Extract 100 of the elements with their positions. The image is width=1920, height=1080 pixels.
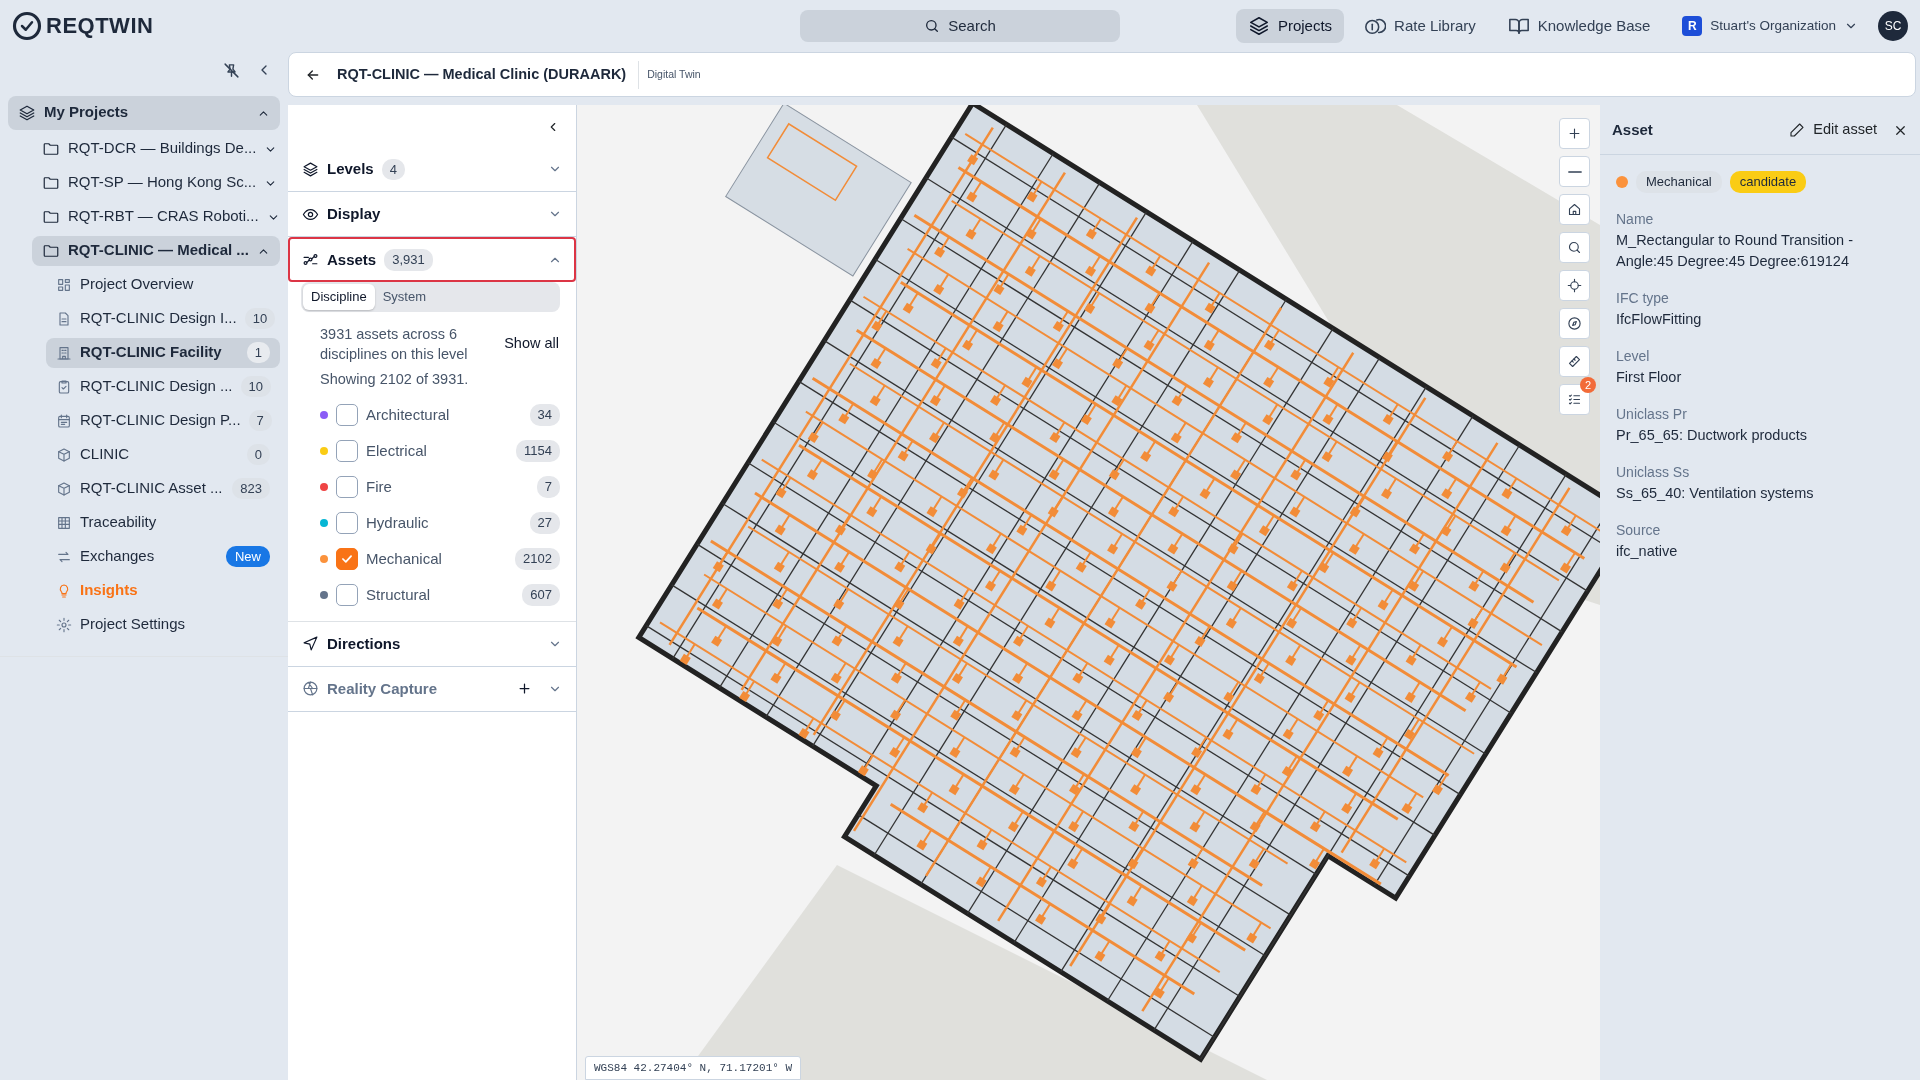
status-tag: candidate <box>1729 171 1807 193</box>
cube-icon <box>56 446 72 463</box>
discipline-label: Architectural <box>366 404 450 425</box>
discipline-dot <box>1616 176 1628 189</box>
discipline-label: Electrical <box>366 440 427 461</box>
discipline-label: Mechanical <box>366 548 442 569</box>
field-label: Name <box>1616 209 1655 229</box>
home-button[interactable] <box>1559 194 1590 226</box>
sidebar-item[interactable]: My Projects <box>8 95 280 130</box>
edit-asset-button[interactable]: Edit asset <box>1789 119 1877 141</box>
pencil-icon <box>1789 121 1806 138</box>
sidebar-item[interactable]: Exchanges New <box>46 541 280 572</box>
coordinates-label: WGS84 42.27404° N, 71.17201° W <box>585 1055 802 1080</box>
count-badge: 0 <box>246 443 270 466</box>
count-badge: 10 <box>240 375 271 398</box>
count-badge: 2102 <box>515 548 560 570</box>
page-subtitle: Digital Twin <box>638 60 701 89</box>
measure-button[interactable] <box>1559 346 1590 378</box>
count-badge: 10 <box>244 307 276 330</box>
cube-icon <box>56 480 72 497</box>
show-all-link[interactable]: Show all <box>503 331 560 356</box>
calendar-icon <box>56 412 72 429</box>
panel-section-header[interactable]: Assets 3,931 <box>288 237 576 283</box>
compass-button[interactable] <box>1559 308 1590 340</box>
search-bar[interactable]: Search <box>800 9 1120 42</box>
user-avatar[interactable]: SC <box>1878 10 1908 41</box>
field-label: Uniclass Pr <box>1616 405 1688 425</box>
plus-icon <box>1567 126 1582 142</box>
sidebar-item[interactable]: RQT-CLINIC Design I... 10 <box>46 303 280 334</box>
sidebar-item[interactable]: RQT-CLINIC Design P... 7 <box>46 405 280 436</box>
search-icon <box>1567 240 1582 256</box>
tab[interactable]: System <box>374 284 434 310</box>
checkbox[interactable] <box>336 547 358 570</box>
sidebar-item[interactable]: RQT-SP — Hong Kong Sc... <box>32 167 280 198</box>
organization-menu[interactable]: R Stuart's Organization <box>1670 9 1870 42</box>
sidebar-item[interactable]: RQT-DCR — Buildings De... <box>32 133 280 164</box>
checkbox[interactable] <box>336 403 358 426</box>
locate-button[interactable] <box>1559 270 1590 302</box>
new-badge: New <box>226 545 270 568</box>
field-label: Source <box>1616 521 1662 541</box>
discipline-label: Fire <box>366 476 392 497</box>
discipline-label: Hydraulic <box>366 512 429 533</box>
field-value: Pr_65_65: Ductwork products <box>1616 426 1808 446</box>
field-label: Level <box>1616 347 1651 366</box>
sidebar-item[interactable]: RQT-CLINIC — Medical ... <box>32 235 280 266</box>
search-icon <box>924 17 941 34</box>
panel-section-header[interactable]: Directions <box>288 621 576 667</box>
navigation-arrow-icon <box>302 635 319 653</box>
sidebar-item[interactable]: RQT-CLINIC Asset ... 823 <box>46 473 280 504</box>
nav-tab[interactable]: Knowledge Base <box>1495 8 1663 44</box>
field-value: First Floor <box>1616 368 1683 387</box>
building-icon <box>56 344 72 361</box>
house-icon <box>1567 202 1582 218</box>
layers-icon <box>18 103 36 122</box>
count-badge: 1 <box>246 341 270 364</box>
tab[interactable]: Discipline <box>303 284 375 310</box>
count-badge: 4 <box>381 158 405 181</box>
sidebar-item[interactable]: RQT-CLINIC Design ... 10 <box>46 371 280 402</box>
checkbox[interactable] <box>336 511 358 534</box>
sidebar-item[interactable]: RQT-CLINIC Facility 1 <box>46 337 280 368</box>
document-icon <box>56 310 72 327</box>
zoom-out-button[interactable] <box>1559 156 1590 188</box>
count-badge: 607 <box>522 584 560 606</box>
count-badge: 7 <box>248 409 272 432</box>
field-value: M_Rectangular to Round Transition - Angle:45 Degree:45 Degree:619124 <box>1616 230 1854 271</box>
compass-icon <box>1567 316 1582 332</box>
sidebar-item[interactable]: Project Overview <box>46 269 280 300</box>
field-value: Ss_65_40: Ventilation systems <box>1616 484 1815 504</box>
panel-section-header[interactable]: Levels 4 <box>288 147 576 193</box>
clipboard-icon <box>56 378 72 395</box>
panel-section-header[interactable]: Display <box>288 192 576 238</box>
field-label: IFC type <box>1616 289 1670 308</box>
checkbox[interactable] <box>336 583 358 606</box>
checkbox[interactable] <box>336 439 358 462</box>
nav-tab[interactable]: Rate Library <box>1352 8 1488 44</box>
count-badge: 823 <box>232 477 270 500</box>
summary-text: 3931 assets across 6 disciplines on this level <box>320 324 469 365</box>
count-badge: 34 <box>529 404 560 426</box>
layers-icon <box>1247 14 1270 37</box>
sidebar-item[interactable]: Project Settings <box>46 609 280 640</box>
logo-text: REQTWIN <box>46 12 154 41</box>
search-button[interactable] <box>1559 232 1590 264</box>
field-value: ifc_native <box>1616 542 1679 562</box>
field-label: Uniclass Ss <box>1616 463 1691 483</box>
page-title: RQT-CLINIC — Medical Clinic (DURAARK) <box>337 64 628 84</box>
panel-title: Asset <box>1612 119 1653 140</box>
organization-logo: R <box>1682 15 1703 36</box>
sidebar-item[interactable]: CLINIC 0 <box>46 439 280 470</box>
count-badge: 27 <box>529 512 560 534</box>
sidebar-item[interactable]: RQT-RBT — CRAS Roboti... <box>32 201 280 232</box>
plus-icon <box>517 681 532 697</box>
pin-off-icon <box>223 62 240 79</box>
discipline-label: Structural <box>366 584 431 605</box>
sidebar-item[interactable]: Traceability <box>46 507 280 538</box>
count-badge: 1154 <box>516 440 560 462</box>
checkbox[interactable] <box>336 475 358 498</box>
nav-tab[interactable]: Projects <box>1235 8 1345 44</box>
crosshair-icon <box>1567 278 1582 294</box>
field-value: IfcFlowFitting <box>1616 310 1703 329</box>
showing-text: Showing 2102 of 3931. <box>319 369 470 389</box>
